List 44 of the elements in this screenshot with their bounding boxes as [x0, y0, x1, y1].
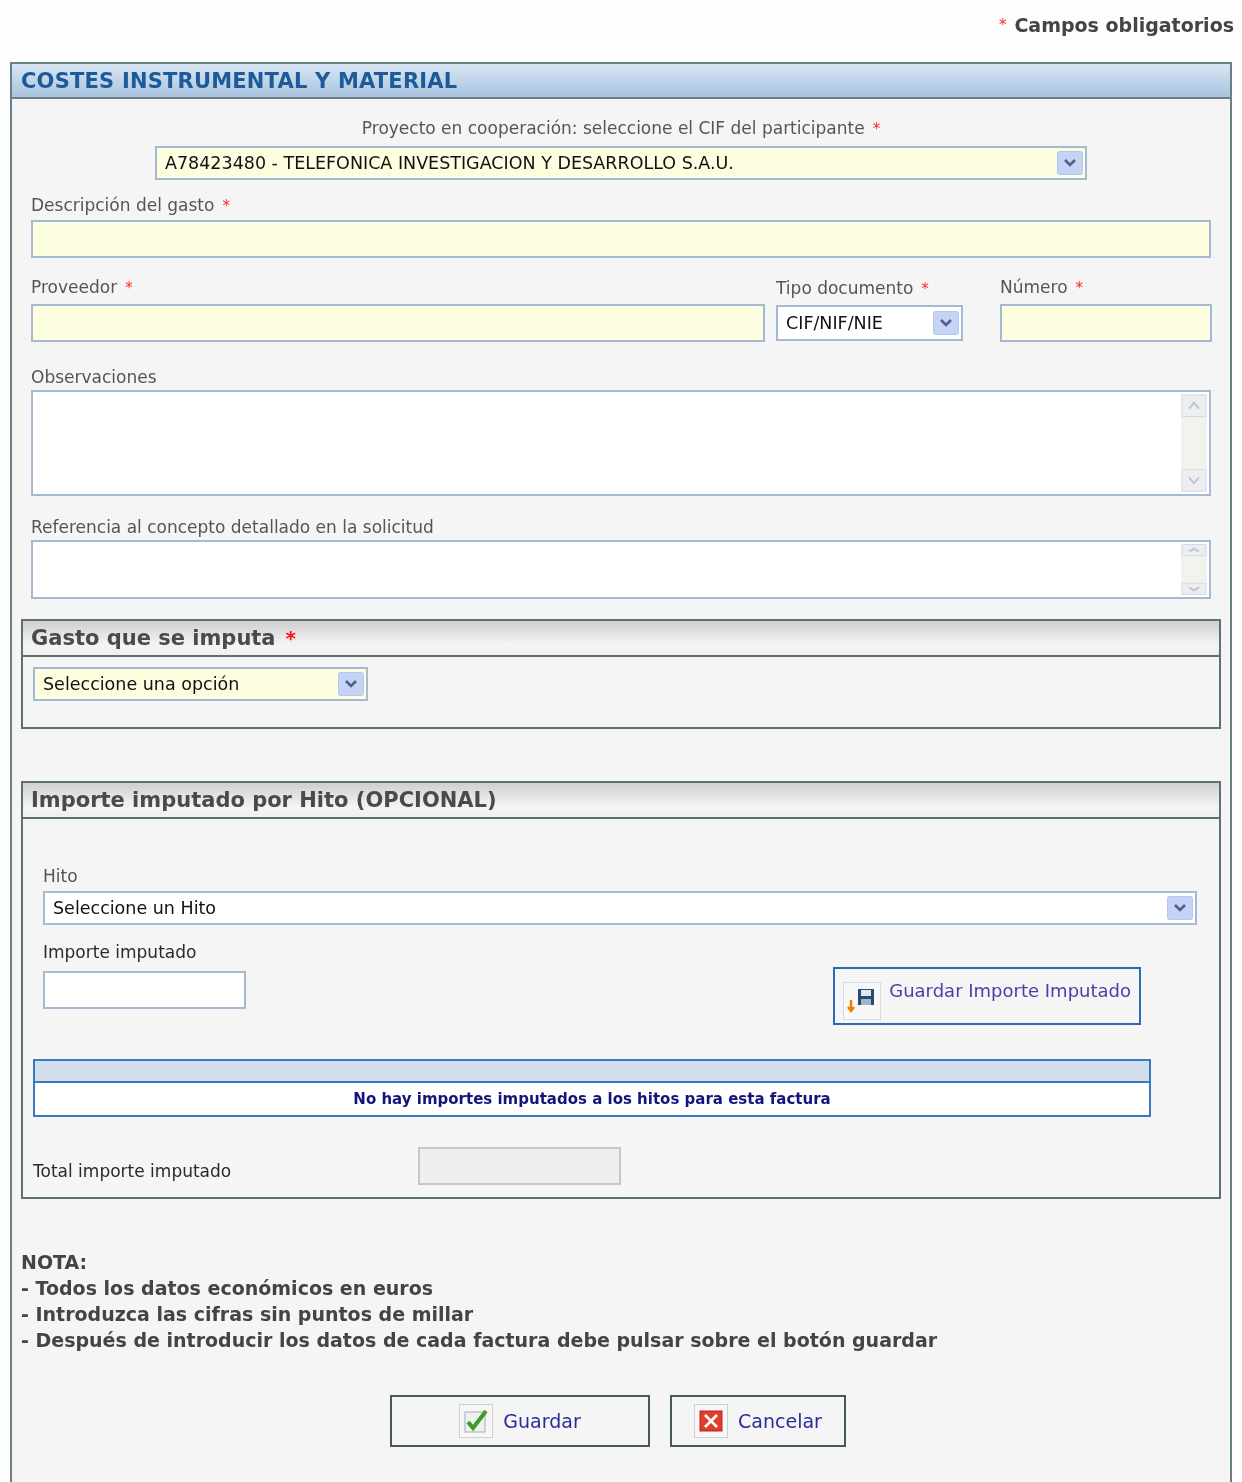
note-line: - Introduzca las cifras sin puntos de millar — [21, 1302, 475, 1327]
amount-label: Importe imputado — [43, 941, 198, 963]
observations-field[interactable] — [31, 390, 1211, 496]
cancel-button[interactable]: Cancelar — [670, 1395, 846, 1447]
scrollbar-icon[interactable] — [1181, 394, 1207, 492]
number-field[interactable] — [1000, 304, 1212, 342]
note-line: - Todos los datos económicos en euros — [21, 1276, 435, 1301]
expense-select[interactable]: Seleccione una opción — [33, 667, 368, 701]
save-icon — [843, 982, 882, 1020]
document-type-select[interactable]: CIF/NIF/NIE — [776, 305, 963, 341]
scrollbar-icon[interactable] — [1181, 544, 1207, 595]
section-title: Importe imputado por Hito (OPCIONAL) — [31, 788, 497, 812]
milestone-label: Hito — [43, 865, 79, 887]
save-amount-button[interactable]: Guardar Importe Imputado — [833, 967, 1141, 1025]
supplier-field[interactable] — [31, 304, 765, 342]
required-fields-note: Campos obligatorios — [1014, 14, 1234, 36]
save-button[interactable]: Guardar — [390, 1395, 650, 1447]
required-asterisk: * — [222, 197, 230, 215]
panel-title: COSTES INSTRUMENTAL Y MATERIAL — [12, 64, 1230, 99]
required-asterisk: * — [1075, 279, 1084, 297]
required-asterisk: * — [921, 280, 929, 298]
description-field[interactable] — [31, 220, 1211, 258]
participant-label: Proyecto en cooperación: seleccione el CIF del participante — [361, 117, 865, 139]
required-asterisk: * — [125, 279, 133, 297]
reference-field[interactable] — [31, 540, 1211, 599]
number-label: Número — [1000, 276, 1068, 298]
milestone-select[interactable]: Seleccione un Hito — [43, 891, 1197, 925]
empty-table-message: No hay importes imputados a los hitos para esta factura — [353, 1090, 831, 1108]
participant-select[interactable]: A78423480 - TELEFONICA INVESTIGACION Y DESARROLLO S.A.U. — [155, 146, 1087, 180]
checkmark-icon — [459, 1404, 494, 1438]
document-type-label: Tipo documento — [776, 277, 914, 299]
section-title: Gasto que se imputa — [31, 626, 276, 650]
amount-field[interactable] — [43, 971, 246, 1009]
required-asterisk: * — [998, 16, 1007, 34]
close-icon — [694, 1404, 729, 1438]
required-asterisk: * — [872, 120, 881, 138]
reference-label: Referencia al concepto detallado en la solicitud — [31, 516, 434, 538]
total-amount-label: Total importe imputado — [33, 1160, 233, 1182]
description-label: Descripción del gasto — [31, 194, 215, 216]
note-title: NOTA: — [21, 1250, 89, 1275]
observations-label: Observaciones — [31, 366, 157, 388]
supplier-label: Proveedor — [31, 276, 118, 298]
required-asterisk: * — [285, 626, 296, 650]
note-line: - Después de introducir los datos de cada factura debe pulsar sobre el botón guardar — [21, 1328, 939, 1353]
